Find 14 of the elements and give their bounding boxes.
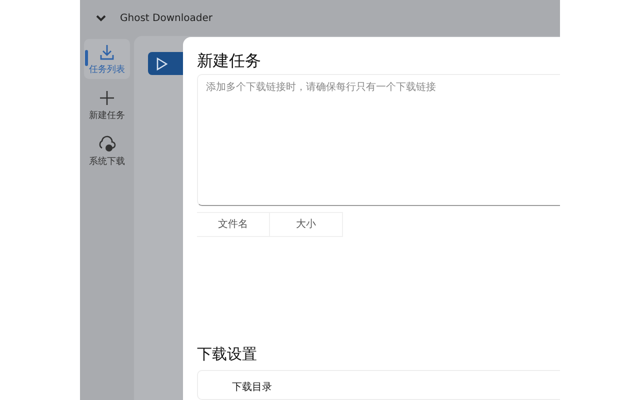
dialog-title: 新建任务 <box>197 51 262 72</box>
links-field[interactable]: 添加多个下载链接时，请确保每行只有一个下载链接 <box>197 74 560 206</box>
column-header: 大小 <box>270 212 343 236</box>
plus-icon <box>97 88 117 108</box>
sidebar-item[interactable]: 任务列表 <box>84 39 130 79</box>
play-icon <box>156 56 168 70</box>
selection-indicator <box>85 50 88 66</box>
setting-label: 下载目录 <box>232 382 272 393</box>
window-title: Ghost Downloader <box>120 12 212 24</box>
sidebar-item[interactable]: 新建任务 <box>84 85 130 125</box>
sidebar-item[interactable]: 系统下载 <box>84 131 130 171</box>
section-title: 下载设置 <box>197 345 258 366</box>
cloud-icon <box>97 134 117 154</box>
column-header: 文件名 <box>197 212 270 236</box>
